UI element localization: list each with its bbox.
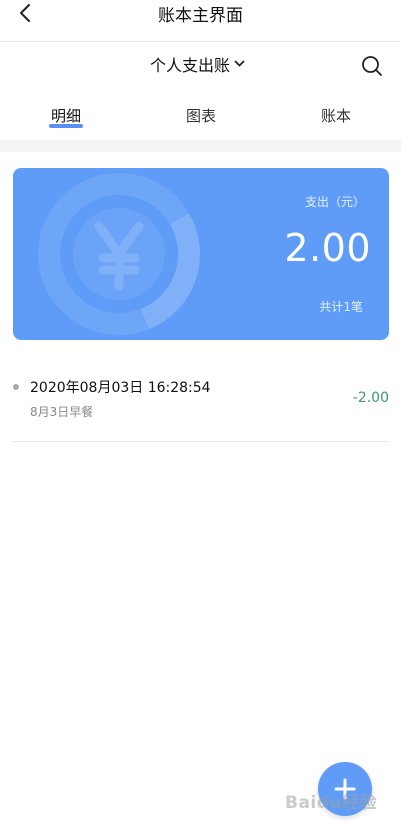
tab-charts-label: 图表 xyxy=(186,107,217,125)
book-selector-dropdown[interactable]: 个人支出账 xyxy=(150,53,245,75)
record-note: 8月3日早餐 xyxy=(30,405,94,419)
tab-books-label: 账本 xyxy=(321,107,352,125)
watermark: Baidu经验 xyxy=(285,793,378,813)
chevron-down-icon xyxy=(234,60,245,67)
yen-coin-icon xyxy=(38,173,200,335)
expense-label: 支出（元） xyxy=(304,195,365,209)
record-amount: -2.00 xyxy=(352,390,389,406)
title-bar: 账本主界面 xyxy=(0,0,401,42)
expense-total-amount: 2.00 xyxy=(284,226,371,270)
record-datetime: 2020年08月03日 16:28:54 xyxy=(30,380,211,396)
tab-details-label: 明细 xyxy=(51,107,82,125)
list-item[interactable]: 2020年08月03日 16:28:54 8月3日早餐 -2.00 xyxy=(13,362,389,442)
section-divider xyxy=(0,140,401,152)
active-tab-indicator xyxy=(49,124,84,128)
tab-charts[interactable]: 图表 xyxy=(186,105,216,126)
search-icon xyxy=(362,56,382,76)
book-name: 个人支出账 xyxy=(150,56,231,75)
ledger-main-screen: 账本主界面 个人支出账 明细 图表 账本 支出（元） 2.00 共计1笔 202… xyxy=(0,0,401,832)
page-title: 账本主界面 xyxy=(158,6,243,26)
search-button[interactable] xyxy=(361,55,383,77)
record-count: 共计1笔 xyxy=(319,300,363,314)
book-selector-bar: 个人支出账 xyxy=(0,42,401,88)
tab-books[interactable]: 账本 xyxy=(321,105,351,126)
tab-details[interactable]: 明细 xyxy=(49,105,84,128)
expense-summary-card: 支出（元） 2.00 共计1笔 xyxy=(13,168,389,340)
bullet-dot-icon xyxy=(13,384,19,390)
tab-bar: 明细 图表 账本 xyxy=(0,88,401,140)
